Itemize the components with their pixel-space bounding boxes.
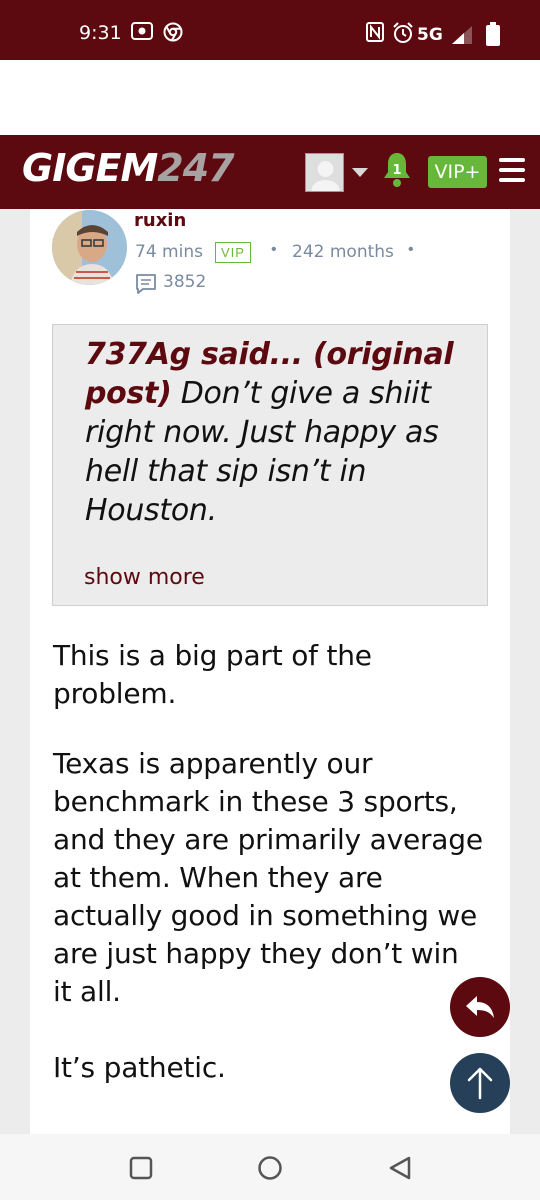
show-more-link[interactable]: show more [84,565,205,590]
notifications-bell-icon[interactable]: 1 [381,150,413,195]
post-time: 74 mins [135,242,203,262]
system-nav-bar [0,1134,540,1200]
reply-arrow-icon [466,996,494,1018]
message-count: 3852 [163,272,207,292]
arrow-up-icon [467,1067,493,1100]
member-tenure: 242 months [292,242,394,262]
status-time: 9:31 [79,22,122,44]
post-paragraph: This is a big part of the problem. [53,639,372,710]
chrome-icon [163,22,183,47]
reply-button[interactable] [450,977,510,1037]
notification-count: 1 [392,163,401,178]
screen-record-icon [131,22,153,45]
quote-text: 737Ag said... (original post) Don’t give… [85,335,465,530]
hamburger-menu-icon[interactable] [499,158,525,182]
alarm-icon [392,22,414,49]
status-bar: 9:31 5G [0,0,540,60]
post-username[interactable]: ruxin [134,210,186,231]
separator-dot: • [408,241,414,258]
vip-badge: VIP [215,242,251,263]
separator-dot: • [271,241,277,258]
recents-square-icon[interactable] [129,1156,153,1180]
message-count-icon [135,273,157,300]
nfc-icon [366,22,384,47]
post-paragraph: It’s pathetic. [53,1051,226,1084]
scroll-to-top-button[interactable] [450,1053,510,1113]
address-area [0,60,540,135]
signal-icon [452,26,472,49]
vip-plus-button[interactable]: VIP+ [428,156,487,188]
user-avatar[interactable] [52,210,127,285]
chevron-down-icon[interactable] [352,168,368,177]
logo-text: GIGEM [22,146,158,190]
network-type: 5G [417,25,443,45]
back-triangle-icon[interactable] [387,1155,413,1181]
logo-number: 247 [157,146,234,190]
site-logo[interactable]: GIGEM247 [22,146,235,190]
battery-icon [486,22,500,51]
home-circle-icon[interactable] [257,1155,283,1181]
post-paragraph: Texas is apparently our benchmark in the… [53,747,483,1008]
account-avatar[interactable] [305,153,344,192]
